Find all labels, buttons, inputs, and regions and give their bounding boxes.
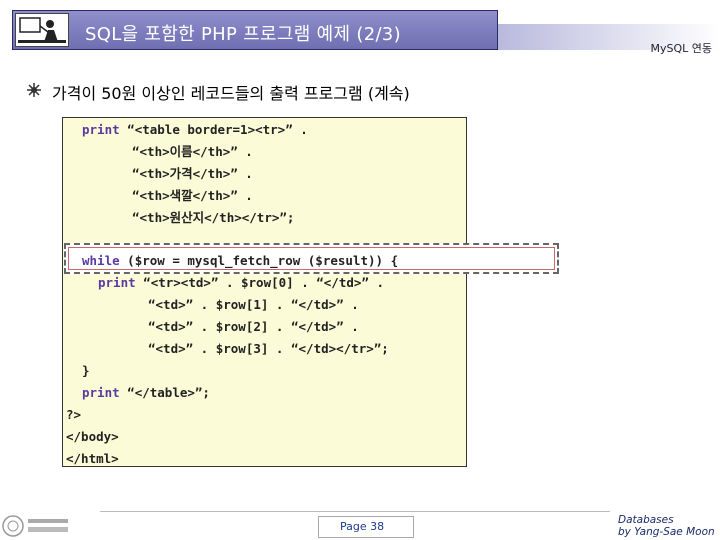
slide-heading: 가격이 50원 이상인 레코드들의 출력 프로그램 (계속) bbox=[52, 84, 410, 103]
code-line: “<th>색깔</th>” . bbox=[132, 188, 253, 203]
code-block bbox=[62, 117, 467, 467]
code-line: “<th>가격</th>” . bbox=[132, 166, 253, 181]
code-line: </html> bbox=[66, 451, 119, 466]
footer-divider bbox=[100, 511, 610, 512]
presenter-icon bbox=[15, 13, 69, 47]
credit-text: Databases by Yang-Sae Moon bbox=[618, 514, 715, 538]
code-line: while ($row = mysql_fetch_row ($result))… bbox=[82, 253, 399, 268]
code-line: </body> bbox=[66, 429, 119, 444]
code-line: ?> bbox=[66, 407, 82, 422]
code-line: “<th>이름</th>” . bbox=[132, 144, 253, 159]
code-line: “<td>” . $row[1] . “</td>” . bbox=[148, 297, 359, 312]
slide-title: SQL을 포함한 PHP 프로그램 예제 (2/3) bbox=[85, 24, 401, 45]
bullet-icon bbox=[27, 83, 41, 97]
code-line: print “</table>”; bbox=[82, 385, 210, 400]
code-line: } bbox=[82, 363, 90, 378]
page-number: Page 38 bbox=[340, 520, 385, 533]
university-logo bbox=[2, 515, 68, 537]
code-line: print “<tr><td>” . $row[0] . “</td>” . bbox=[98, 275, 384, 290]
code-line: “<th>원산지</th></tr>”; bbox=[132, 210, 295, 225]
topic-label: MySQL 연동 bbox=[650, 42, 712, 55]
code-line: “<td>” . $row[2] . “</td>” . bbox=[148, 319, 359, 334]
title-banner: SQL을 포함한 PHP 프로그램 예제 (2/3) bbox=[12, 10, 498, 50]
code-line: “<td>” . $row[3] . “</td></tr>”; bbox=[148, 341, 389, 356]
code-line: print “<table border=1><tr>” . bbox=[82, 122, 308, 137]
